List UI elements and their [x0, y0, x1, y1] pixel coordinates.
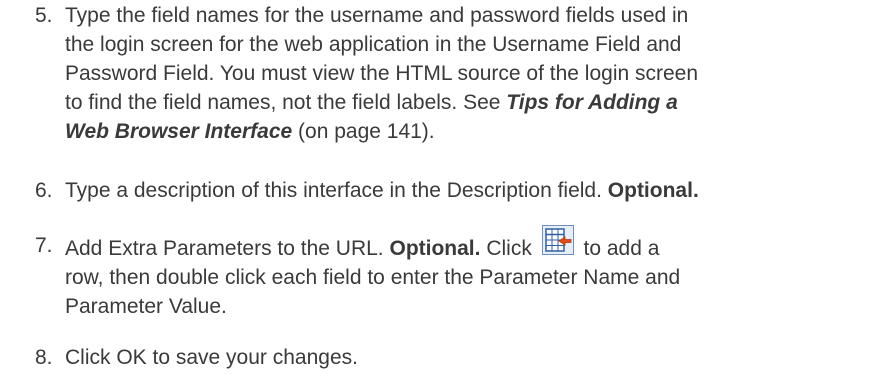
- step-text: Add Extra Parameters to the URL. Optiona…: [65, 225, 871, 321]
- text-line: Web Browser Interface (on page 141).: [65, 117, 871, 146]
- text-line: row, then double click each field to ent…: [65, 266, 681, 289]
- text-line: to find the field names, not the field l…: [65, 88, 871, 117]
- cross-reference-link[interactable]: Tips for Adding a: [506, 91, 678, 114]
- optional-label: Optional.: [389, 237, 481, 260]
- text-line: Password Field. You must view the HTML s…: [65, 62, 699, 85]
- text-line: Type the field names for the username an…: [65, 4, 689, 27]
- text-line: the login screen for the web application…: [65, 33, 682, 56]
- step-number: 6.: [35, 179, 53, 202]
- step-number: 8.: [35, 346, 53, 369]
- text-segment: to add a: [577, 237, 660, 260]
- text-segment: Type a description of this interface in …: [65, 179, 608, 202]
- text-line: Add Extra Parameters to the URL. Optiona…: [65, 225, 871, 263]
- text-line: Parameter Value.: [65, 295, 227, 318]
- add-row-icon: [541, 225, 574, 255]
- text-segment: Add Extra Parameters to the URL.: [65, 237, 390, 260]
- text-line: Type a description of this interface in …: [65, 176, 871, 205]
- step-number: 5.: [35, 4, 53, 27]
- step-text: Type a description of this interface in …: [65, 176, 871, 205]
- text-line: Click OK to save your changes.: [65, 346, 358, 369]
- page-reference: (on page 141).: [292, 120, 435, 143]
- step-text: Type the field names for the username an…: [65, 1, 871, 146]
- step-text: Click OK to save your changes.: [65, 343, 871, 372]
- optional-label: Optional.: [607, 179, 699, 202]
- text-segment: to find the field names, not the field l…: [65, 91, 507, 114]
- text-segment: Click: [480, 237, 538, 260]
- cross-reference-link[interactable]: Web Browser Interface: [65, 120, 292, 143]
- step-number: 7.: [35, 234, 53, 257]
